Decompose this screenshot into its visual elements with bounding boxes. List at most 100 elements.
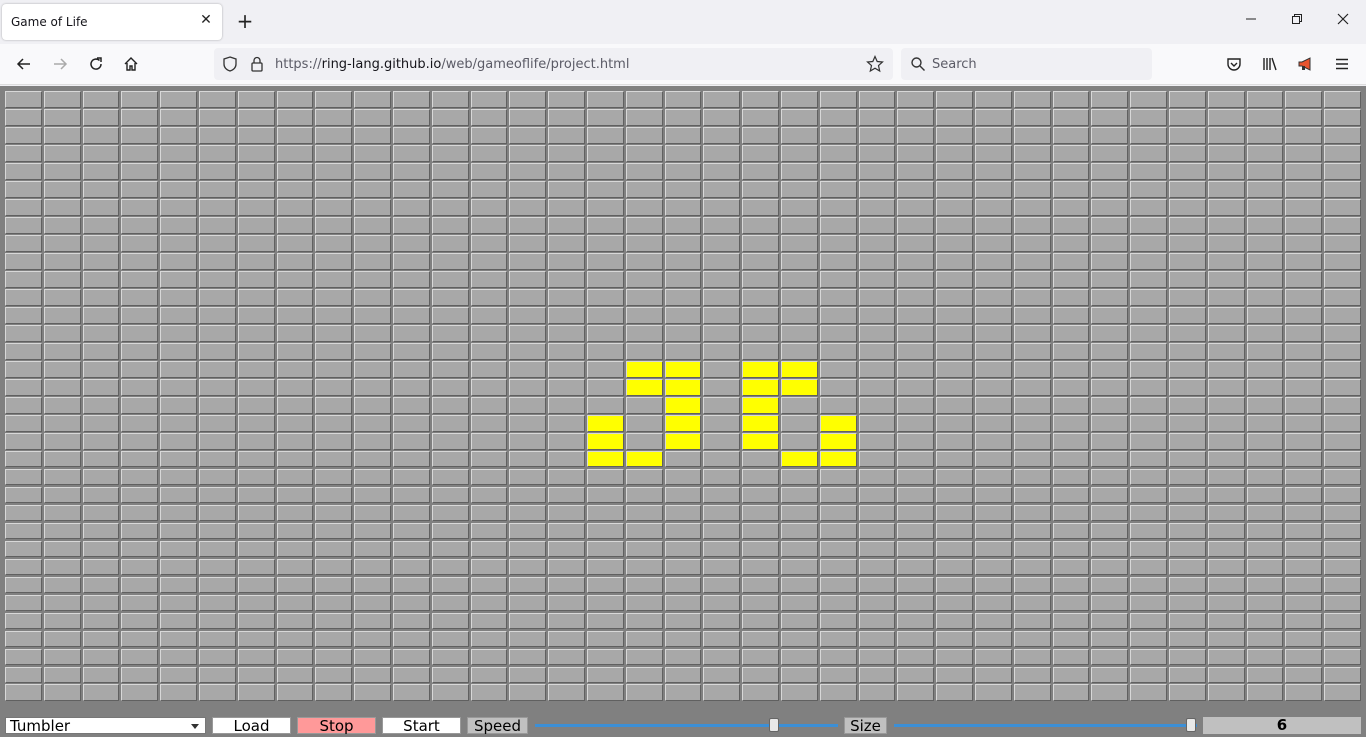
dead-cell[interactable]	[431, 630, 469, 648]
dead-cell[interactable]	[625, 522, 663, 540]
dead-cell[interactable]	[237, 144, 275, 162]
dead-cell[interactable]	[392, 144, 430, 162]
dead-cell[interactable]	[548, 648, 585, 666]
dead-cell[interactable]	[1168, 162, 1206, 180]
dead-cell[interactable]	[431, 504, 469, 522]
dead-cell[interactable]	[198, 252, 236, 270]
dead-cell[interactable]	[1285, 432, 1323, 450]
dead-cell[interactable]	[354, 414, 391, 432]
dead-cell[interactable]	[5, 414, 42, 432]
dead-cell[interactable]	[160, 342, 197, 360]
dead-cell[interactable]	[897, 558, 935, 576]
dead-cell[interactable]	[431, 144, 469, 162]
dead-cell[interactable]	[354, 108, 391, 126]
dead-cell[interactable]	[1207, 108, 1245, 126]
dead-cell[interactable]	[198, 558, 236, 576]
dead-cell[interactable]	[198, 360, 236, 378]
dead-cell[interactable]	[121, 288, 159, 306]
dead-cell[interactable]	[703, 198, 741, 216]
dead-cell[interactable]	[1285, 270, 1323, 288]
dead-cell[interactable]	[237, 432, 275, 450]
dead-cell[interactable]	[160, 594, 197, 612]
dead-cell[interactable]	[1246, 396, 1284, 414]
dead-cell[interactable]	[974, 522, 1012, 540]
dead-cell[interactable]	[819, 180, 857, 198]
dead-cell[interactable]	[548, 396, 585, 414]
dead-cell[interactable]	[664, 666, 702, 684]
dead-cell[interactable]	[1013, 216, 1051, 234]
dead-cell[interactable]	[82, 144, 120, 162]
dead-cell[interactable]	[160, 432, 197, 450]
dead-cell[interactable]	[160, 630, 197, 648]
dead-cell[interactable]	[354, 162, 391, 180]
dead-cell[interactable]	[897, 486, 935, 504]
dead-cell[interactable]	[121, 576, 159, 594]
dead-cell[interactable]	[354, 180, 391, 198]
dead-cell[interactable]	[470, 234, 508, 252]
dead-cell[interactable]	[548, 91, 585, 108]
dead-cell[interactable]	[1285, 414, 1323, 432]
dead-cell[interactable]	[160, 612, 197, 630]
dead-cell[interactable]	[974, 198, 1012, 216]
dead-cell[interactable]	[703, 306, 741, 324]
dead-cell[interactable]	[780, 180, 818, 198]
dead-cell[interactable]	[160, 450, 197, 468]
dead-cell[interactable]	[819, 270, 857, 288]
dead-cell[interactable]	[858, 360, 896, 378]
dead-cell[interactable]	[82, 684, 120, 702]
dead-cell[interactable]	[237, 342, 275, 360]
dead-cell[interactable]	[354, 522, 391, 540]
dead-cell[interactable]	[392, 666, 430, 684]
dead-cell[interactable]	[1168, 396, 1206, 414]
dead-cell[interactable]	[276, 396, 314, 414]
dead-cell[interactable]	[974, 144, 1012, 162]
dead-cell[interactable]	[974, 684, 1012, 702]
dead-cell[interactable]	[470, 91, 508, 108]
dead-cell[interactable]	[160, 684, 197, 702]
dead-cell[interactable]	[354, 306, 391, 324]
dead-cell[interactable]	[1324, 198, 1361, 216]
dead-cell[interactable]	[586, 306, 624, 324]
dead-cell[interactable]	[160, 522, 197, 540]
alive-cell[interactable]	[780, 378, 818, 396]
dead-cell[interactable]	[974, 342, 1012, 360]
dead-cell[interactable]	[664, 288, 702, 306]
dead-cell[interactable]	[276, 522, 314, 540]
dead-cell[interactable]	[5, 594, 42, 612]
dead-cell[interactable]	[858, 486, 896, 504]
alive-cell[interactable]	[625, 360, 663, 378]
dead-cell[interactable]	[1246, 180, 1284, 198]
dead-cell[interactable]	[1285, 504, 1323, 522]
dead-cell[interactable]	[548, 558, 585, 576]
dead-cell[interactable]	[858, 396, 896, 414]
dead-cell[interactable]	[819, 144, 857, 162]
dead-cell[interactable]	[819, 126, 857, 144]
dead-cell[interactable]	[1285, 216, 1323, 234]
dead-cell[interactable]	[5, 306, 42, 324]
dead-cell[interactable]	[1246, 486, 1284, 504]
dead-cell[interactable]	[198, 648, 236, 666]
dead-cell[interactable]	[897, 198, 935, 216]
dead-cell[interactable]	[121, 216, 159, 234]
dead-cell[interactable]	[470, 648, 508, 666]
dead-cell[interactable]	[1246, 144, 1284, 162]
dead-cell[interactable]	[1013, 234, 1051, 252]
dead-cell[interactable]	[1168, 342, 1206, 360]
dead-cell[interactable]	[586, 558, 624, 576]
dead-cell[interactable]	[819, 396, 857, 414]
dead-cell[interactable]	[1246, 666, 1284, 684]
dead-cell[interactable]	[431, 324, 469, 342]
dead-cell[interactable]	[5, 576, 42, 594]
dead-cell[interactable]	[198, 432, 236, 450]
dead-cell[interactable]	[936, 216, 973, 234]
dead-cell[interactable]	[974, 234, 1012, 252]
reload-icon[interactable]	[84, 52, 108, 76]
dead-cell[interactable]	[121, 234, 159, 252]
dead-cell[interactable]	[625, 252, 663, 270]
dead-cell[interactable]	[625, 432, 663, 450]
dead-cell[interactable]	[1324, 432, 1361, 450]
dead-cell[interactable]	[1246, 126, 1284, 144]
dead-cell[interactable]	[5, 180, 42, 198]
dead-cell[interactable]	[1013, 450, 1051, 468]
dead-cell[interactable]	[819, 306, 857, 324]
